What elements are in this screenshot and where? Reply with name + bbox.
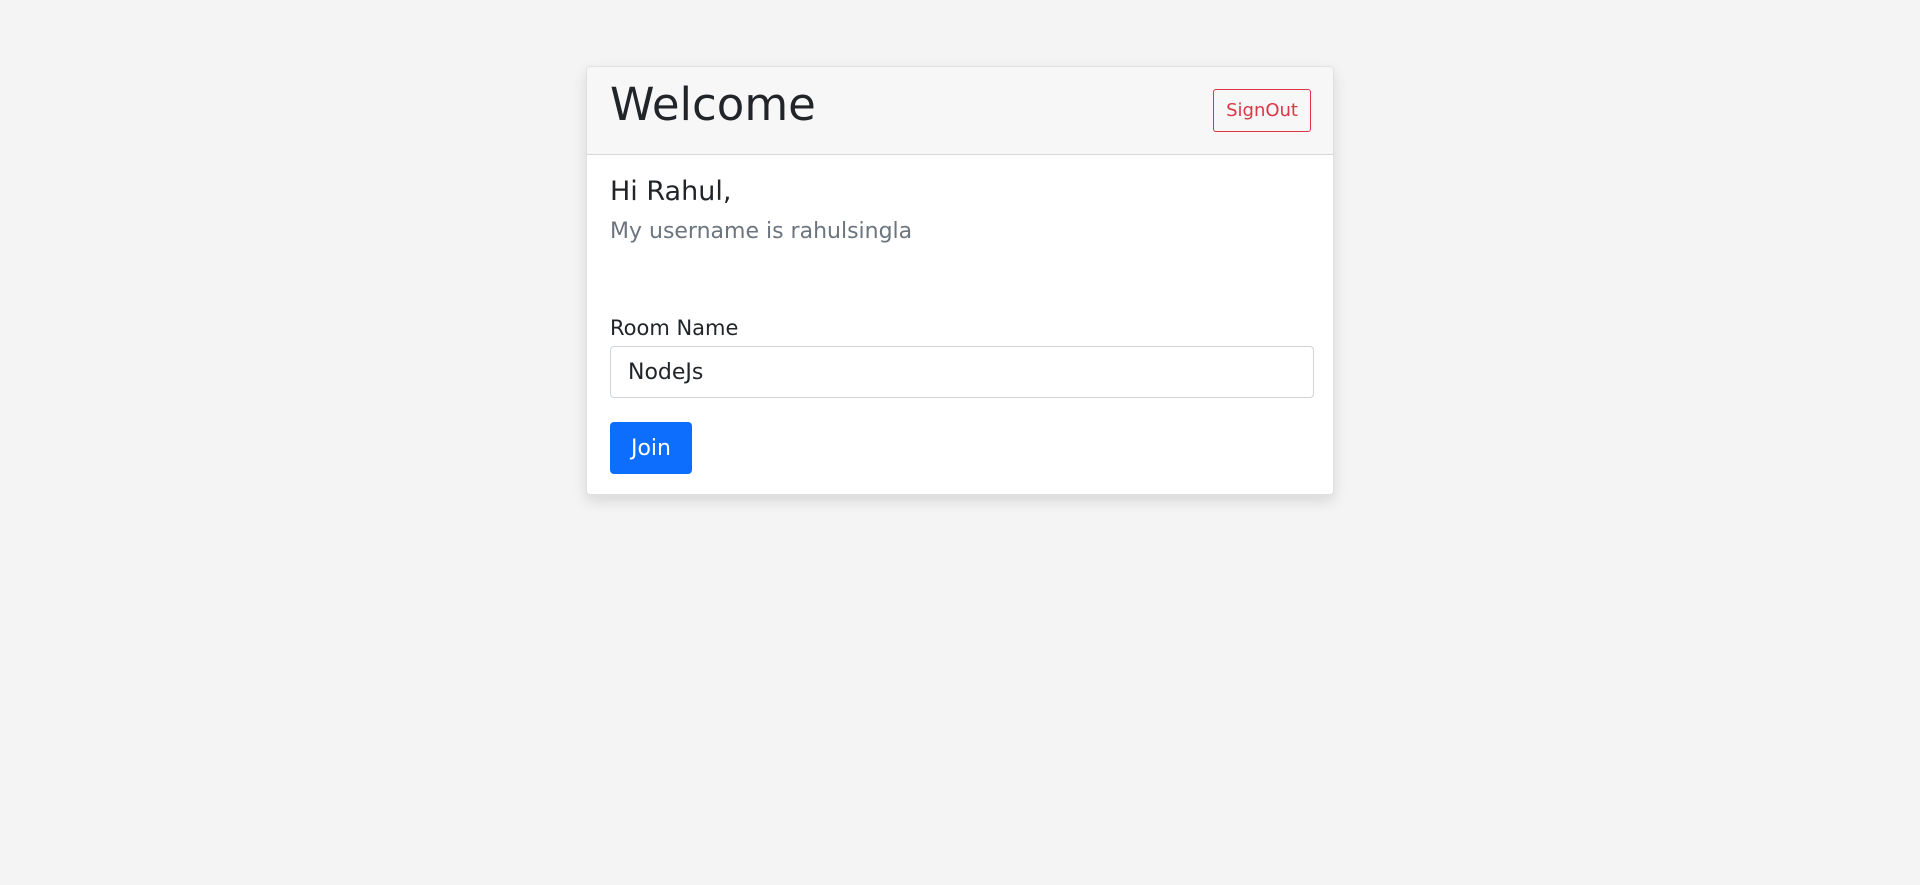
- username-subtitle: My username is rahulsingla: [610, 219, 913, 244]
- signout-button[interactable]: SignOut: [1213, 89, 1311, 132]
- room-name-input[interactable]: [610, 346, 1314, 398]
- page-title: Welcome: [610, 78, 816, 131]
- card-header: Welcome SignOut: [587, 67, 1333, 155]
- join-button[interactable]: Join: [610, 422, 692, 474]
- greeting-text: Hi Rahul,: [610, 176, 732, 207]
- room-name-label: Room Name: [610, 316, 739, 340]
- welcome-card: Welcome SignOut Hi Rahul, My username is…: [586, 66, 1334, 495]
